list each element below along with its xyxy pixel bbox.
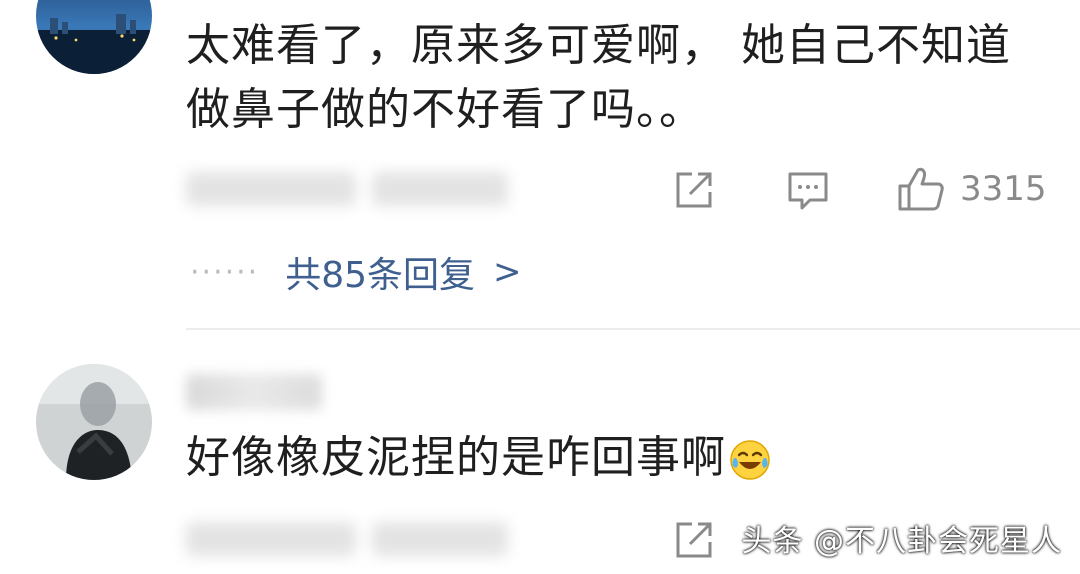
share-button[interactable]	[672, 518, 716, 562]
replies-dots: ······	[190, 254, 260, 290]
comment-meta-location	[372, 522, 508, 556]
watermark: 头条 @不八卦会死星人	[741, 524, 1062, 559]
like-button[interactable]: 3315	[896, 164, 1047, 214]
city-night-avatar-icon	[36, 0, 152, 74]
comment-meta	[186, 172, 356, 206]
view-replies-link[interactable]: ······ 共85条回复 >	[190, 246, 522, 298]
comment-text-content: 好像橡皮泥捏的是咋回事啊	[186, 432, 726, 483]
comment-icon	[788, 172, 828, 210]
comment-text: 好像橡皮泥捏的是咋回事啊	[186, 426, 1026, 490]
thumbs-up-icon	[898, 167, 944, 211]
share-icon	[676, 172, 712, 208]
chevron-right-icon: >	[493, 252, 522, 292]
share-icon	[676, 522, 712, 558]
like-count: 3315	[960, 169, 1047, 209]
person-photo-avatar-icon	[36, 364, 152, 480]
comment-meta-location	[372, 172, 508, 206]
comment-meta	[186, 522, 356, 556]
user-avatar[interactable]	[36, 364, 152, 480]
user-avatar[interactable]	[36, 0, 152, 74]
comment-item-1: 太难看了，原来多可爱啊， 她自己不知道做鼻子做的不好看了吗。。 3315 ···…	[0, 0, 1080, 330]
replies-label: 共85条回复	[285, 255, 476, 296]
username[interactable]	[186, 374, 322, 410]
comment-text: 太难看了，原来多可爱啊， 她自己不知道做鼻子做的不好看了吗。。	[186, 20, 1011, 135]
share-button[interactable]	[672, 168, 716, 212]
laughing-crying-emoji-icon	[730, 440, 770, 480]
comment-button[interactable]	[786, 168, 830, 212]
